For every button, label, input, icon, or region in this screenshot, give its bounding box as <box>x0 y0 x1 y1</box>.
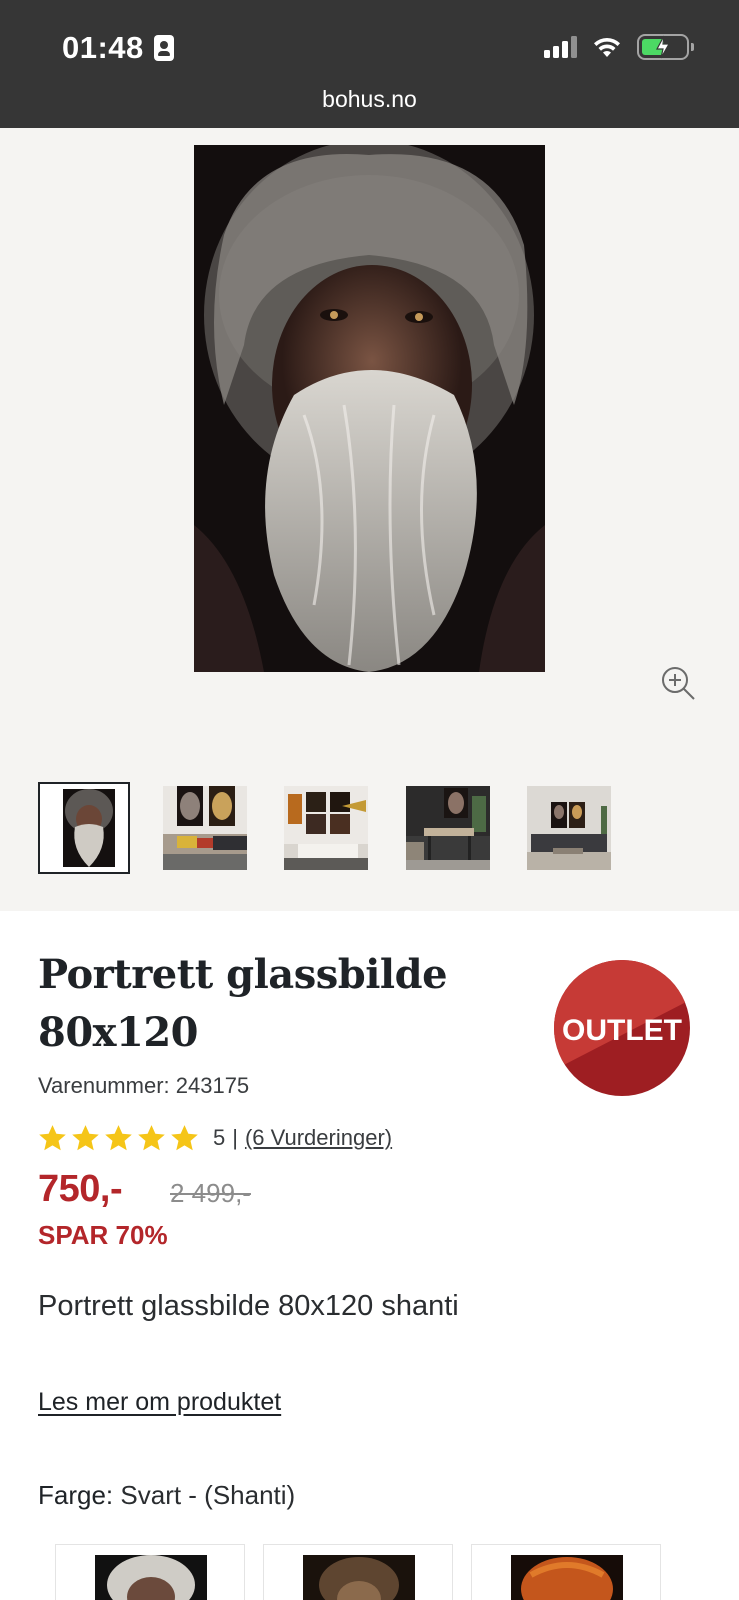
battery-icon <box>637 34 694 60</box>
outlet-badge-text: OUTLET <box>562 1014 682 1047</box>
star-icon <box>105 1125 132 1151</box>
thumbnail-1[interactable] <box>38 782 130 874</box>
charging-bolt-icon <box>655 35 671 59</box>
product-title: Portrett glassbilde 80x120 <box>38 946 518 1062</box>
color-variant-list <box>55 1544 661 1600</box>
thumbnail-3[interactable] <box>284 786 368 870</box>
star-icon <box>39 1125 66 1151</box>
address-bar-url[interactable]: bohus.no <box>0 86 739 113</box>
color-label: Farge: <box>38 1480 114 1510</box>
browser-top-bar: 01:48 bohus.no <box>0 0 739 128</box>
time-text: 01:48 <box>62 30 144 65</box>
color-variant-option[interactable] <box>263 1544 453 1600</box>
rating-score: 5 <box>213 1125 226 1150</box>
thumbnail-4[interactable] <box>406 786 490 870</box>
contact-card-icon <box>153 35 174 61</box>
color-selector-label: Farge: Svart - (Shanti) <box>38 1480 295 1511</box>
savings-label: SPAR 70% <box>38 1220 168 1250</box>
rating-row: 5 | (6 Vurderinger) <box>38 1124 392 1152</box>
read-more-link[interactable]: Les mer om produktet <box>38 1388 281 1417</box>
rating-separator: | <box>232 1125 238 1150</box>
product-short-description: Portrett glassbilde 80x120 shanti <box>38 1290 459 1322</box>
product-sku: Varenummer: 243175 <box>38 1073 250 1098</box>
product-main-image[interactable] <box>194 145 545 672</box>
zoom-in-icon[interactable] <box>660 665 696 701</box>
cellular-signal-icon <box>544 36 577 58</box>
outlet-badge: OUTLET <box>554 960 690 1096</box>
color-variant-option[interactable] <box>55 1544 245 1600</box>
product-title-line2: 80x120 <box>38 1009 199 1056</box>
original-price: 2 499,- <box>170 1178 251 1208</box>
star-icon <box>138 1125 165 1151</box>
product-title-line1: Portrett glassbilde <box>38 951 448 998</box>
portrait-artwork-image <box>194 145 545 672</box>
color-variant-option[interactable] <box>471 1544 661 1600</box>
thumbnail-5[interactable] <box>527 786 611 870</box>
status-time: 01:48 <box>62 30 174 66</box>
star-icon <box>171 1125 198 1151</box>
current-price: 750,- <box>38 1168 123 1210</box>
thumbnail-2[interactable] <box>163 786 247 870</box>
wifi-icon <box>594 37 620 57</box>
star-icon <box>72 1125 99 1151</box>
status-icons <box>544 34 694 60</box>
reviews-link[interactable]: (6 Vurderinger) <box>245 1125 392 1151</box>
rating-stars <box>38 1124 199 1152</box>
color-value: Svart - (Shanti) <box>120 1480 296 1510</box>
product-gallery <box>0 128 739 911</box>
